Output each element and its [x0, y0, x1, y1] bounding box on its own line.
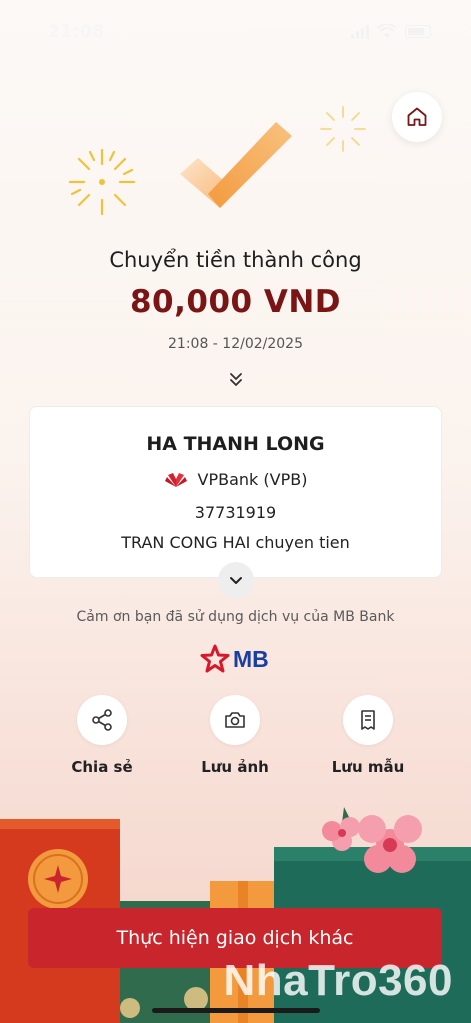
- share-action[interactable]: Chia sẻ: [52, 695, 152, 776]
- save-template-action[interactable]: Lưu mẫu: [318, 695, 418, 776]
- thanks-message: Cảm ơn bạn đã sử dụng dịch vụ của MB Ban…: [76, 609, 395, 625]
- save-image-label: Lưu ảnh: [201, 758, 269, 776]
- home-button[interactable]: [392, 92, 442, 142]
- status-icons: [351, 24, 431, 39]
- recipient-name: HA THANH LONG: [146, 433, 325, 455]
- status-time: 21:08: [48, 22, 105, 42]
- transfer-note: TRAN CONG HAI chuyen tien: [121, 533, 350, 552]
- recipient-bank-row: VPBank (VPB): [30, 469, 441, 489]
- cellular-signal-icon: [351, 24, 369, 39]
- chevron-down-icon: [230, 577, 242, 584]
- camera-icon: [225, 712, 245, 728]
- recipient-account: 37731919: [194, 503, 277, 522]
- recipient-bank: VPBank (VPB): [197, 469, 308, 489]
- home-icon: [407, 107, 427, 126]
- save-image-button[interactable]: [210, 695, 260, 745]
- save-template-button[interactable]: [343, 695, 393, 745]
- mb-logo-text: MB: [233, 645, 269, 672]
- transfer-amount: 80,000 VND: [129, 284, 342, 320]
- mb-star-icon: [200, 644, 230, 673]
- share-button[interactable]: [77, 695, 127, 745]
- firework-right-decoration: [320, 106, 366, 152]
- success-title: Chuyển tiền thành công: [109, 248, 362, 272]
- battery-icon: [405, 25, 431, 38]
- save-template-label: Lưu mẫu: [331, 758, 405, 776]
- recipient-card: HA THANH LONG VPBank (VPB) 37731919 TRAN…: [29, 406, 442, 578]
- home-indicator[interactable]: [152, 1008, 320, 1013]
- double-chevron-down-icon[interactable]: [226, 370, 246, 390]
- card-expand-button[interactable]: [218, 562, 254, 598]
- firework-left-decoration: [68, 148, 136, 216]
- receipt-icon: [361, 710, 375, 730]
- share-icon: [92, 709, 112, 731]
- transaction-datetime: 21:08 - 12/02/2025: [168, 336, 303, 352]
- wifi-icon: [377, 24, 397, 38]
- success-check-icon: [180, 122, 292, 208]
- vpbank-logo-icon: [164, 473, 187, 487]
- status-bar: 21:08: [0, 0, 471, 62]
- save-image-action[interactable]: Lưu ảnh: [185, 695, 285, 776]
- mb-bank-logo: MB: [200, 644, 269, 674]
- share-label: Chia sẻ: [71, 758, 133, 776]
- watermark: NhaTro360: [223, 956, 453, 1005]
